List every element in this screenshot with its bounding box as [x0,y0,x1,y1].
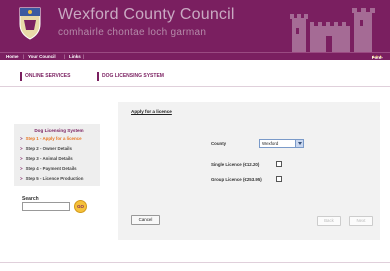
county-crest-icon [19,7,41,40]
county-selected-value: Wexford [262,141,279,146]
breadcrumb-apply-for-licence[interactable]: Apply for a licence [131,109,172,114]
castle-watermark-icon [290,8,375,52]
chevron-right-icon: > [20,156,23,161]
sidebar-step-5[interactable]: > Step 5 - Licence Production [20,176,83,181]
site-title: Wexford County Council [58,6,235,23]
nav-home[interactable]: Home [6,54,19,59]
next-button[interactable]: Next [349,216,373,226]
tab-dog-licensing-system[interactable]: DOG LICENSING SYSTEM [97,72,164,81]
search-input[interactable] [22,202,70,211]
single-licence-checkbox[interactable] [276,161,282,167]
step-label: Step 3 - Animal Details [25,156,73,161]
footer-divider [0,262,390,263]
chevron-right-icon: > [20,146,23,151]
nav-your-council[interactable]: Your Council [28,54,56,59]
group-licence-label: Group Licence (€253.95) [211,177,262,182]
search-go-button[interactable]: GO [74,200,87,213]
chevron-down-icon [295,140,303,147]
cancel-button[interactable]: Cancel [131,215,160,225]
chevron-right-icon: > [20,136,23,141]
nav-links[interactable]: Links [69,54,81,59]
county-select[interactable]: Wexford [259,139,304,148]
step-label: Step 2 - Owner Details [25,146,72,151]
back-button[interactable]: Back [317,216,341,226]
font-size-control: Font-size: A A A [372,54,383,65]
sidebar-step-1[interactable]: > Step 1 - Apply for a licence [20,136,82,141]
nav-separator: | [23,54,25,59]
top-nav: Home | Your Council | Links | Font-size:… [0,52,390,65]
sidebar-step-3[interactable]: > Step 3 - Animal Details [20,156,73,161]
step-label: Step 5 - Licence Production [25,176,84,181]
step-label: Step 4 - Payment Details [25,166,77,171]
font-size-label: Font-size: [371,55,383,65]
county-label: County [211,141,227,146]
sidebar-step-4[interactable]: > Step 4 - Payment Details [20,166,77,171]
nav-separator: | [83,54,85,59]
nav-separator: | [64,54,66,59]
single-licence-label: Single Licence (€12.20) [211,162,260,167]
sidebar-title: Dog Licensing System [34,128,84,133]
step-label: Step 1 - Apply for a licence [25,136,82,141]
site-subtitle: comhairle chontae loch garman [58,27,207,38]
group-licence-checkbox[interactable] [276,176,282,182]
chevron-right-icon: > [20,166,23,171]
site-header: Wexford County Council comhairle chontae… [0,0,390,52]
chevron-right-icon: > [20,176,23,181]
section-divider [0,86,390,87]
tab-online-services[interactable]: ONLINE SERVICES [20,72,70,81]
sidebar-step-2[interactable]: > Step 2 - Owner Details [20,146,72,151]
